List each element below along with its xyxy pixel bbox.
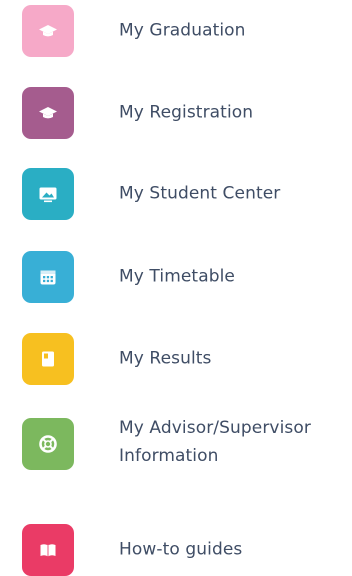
menu-item-my-registration[interactable]: My Registration (22, 87, 342, 139)
menu-item-my-timetable[interactable]: My Timetable (22, 251, 342, 303)
graduation-cap-icon (39, 25, 57, 37)
document-icon (42, 351, 54, 367)
menu-item-label: My Timetable (119, 266, 235, 287)
results-tile (22, 333, 74, 385)
menu-item-label: How-to guides (119, 539, 243, 560)
menu-item-my-graduation[interactable]: My Graduation (22, 5, 342, 57)
menu-item-my-advisor-supervisor-information[interactable]: My Advisor/Supervisor Information (22, 418, 342, 470)
advisor-tile (22, 418, 74, 470)
menu-item-label: My Results (119, 348, 212, 369)
lifebuoy-icon (39, 435, 57, 453)
student-center-tile (22, 168, 74, 220)
image-frame-icon (39, 187, 57, 203)
registration-tile (22, 87, 74, 139)
timetable-tile (22, 251, 74, 303)
calendar-icon (40, 270, 56, 285)
menu-item-my-results[interactable]: My Results (22, 333, 342, 385)
graduation-cap-icon (39, 107, 57, 119)
main-menu: My Graduation My Registration My Student… (0, 0, 352, 576)
menu-item-my-student-center[interactable]: My Student Center (22, 168, 342, 220)
book-icon (40, 544, 56, 557)
graduation-tile (22, 5, 74, 57)
how-to-guides-tile (22, 524, 74, 576)
menu-item-how-to-guides[interactable]: How-to guides (22, 524, 342, 576)
menu-item-label: My Registration (119, 102, 254, 123)
menu-item-label: My Graduation (119, 20, 246, 41)
menu-item-label: My Advisor/Supervisor Information (119, 417, 311, 466)
menu-item-label: My Student Center (119, 183, 281, 204)
